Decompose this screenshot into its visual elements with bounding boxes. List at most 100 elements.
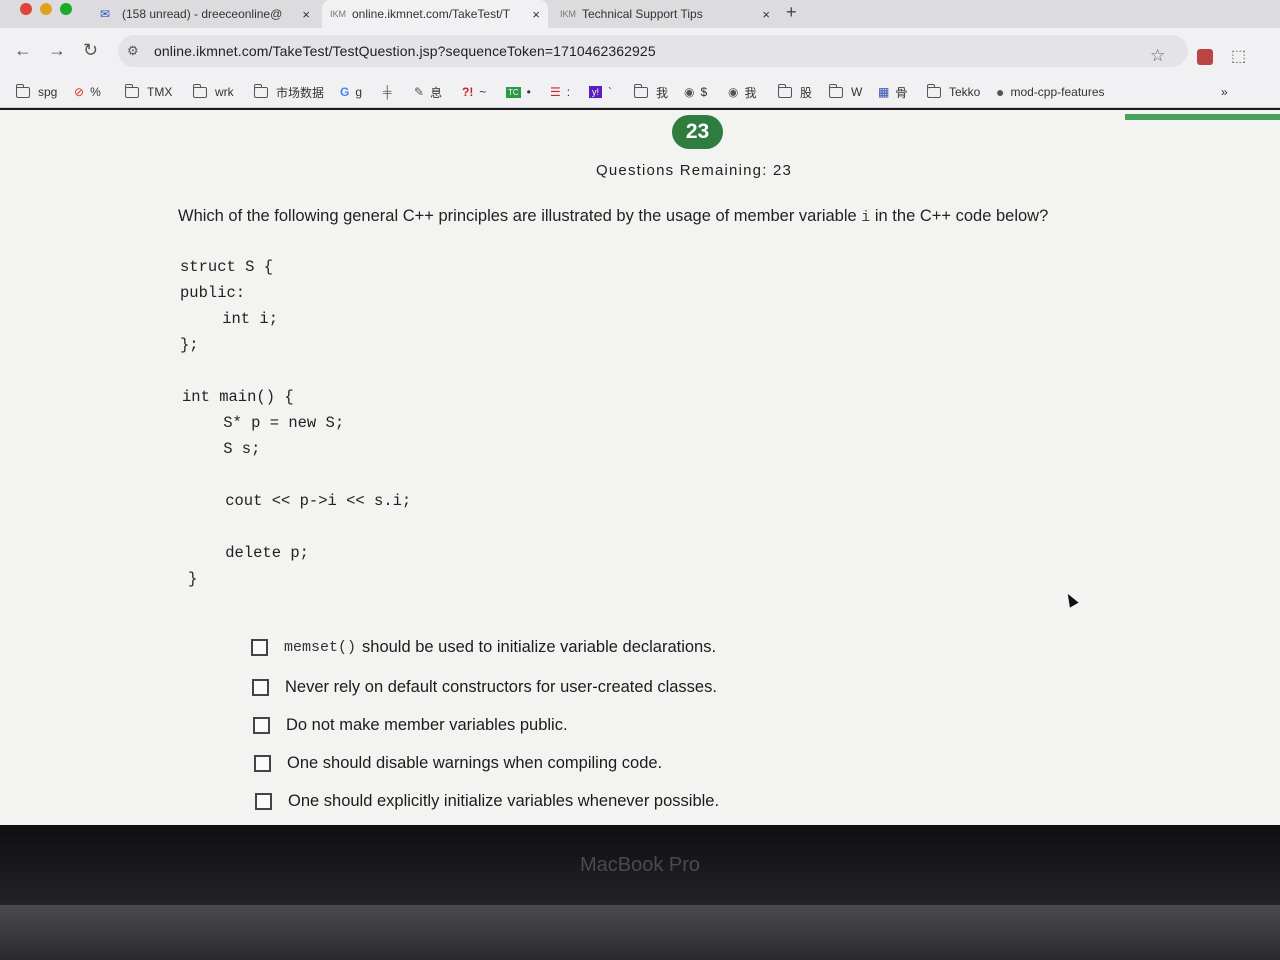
folder-icon bbox=[253, 83, 268, 98]
extensions-puzzle-icon[interactable]: ⬚ bbox=[1231, 46, 1246, 66]
option-label: One should disable warnings when compili… bbox=[287, 753, 663, 772]
mail-icon: ✉ bbox=[100, 7, 111, 21]
device-label: MacBook Pro bbox=[579, 854, 701, 876]
answer-option[interactable]: One should disable warnings when compili… bbox=[254, 752, 662, 774]
ikm-icon: IKM bbox=[560, 9, 577, 19]
ikm-icon: IKM bbox=[330, 9, 347, 19]
tab-technical-support[interactable]: IKM Technical Support Tips × bbox=[552, 0, 778, 28]
answer-option[interactable]: Do not make member variables public. bbox=[253, 714, 568, 736]
globe-icon: ◉ bbox=[684, 85, 695, 99]
option-label: One should explicitly initialize variabl… bbox=[288, 791, 720, 810]
folder-icon bbox=[15, 83, 30, 98]
bookmark-item[interactable]: ✎ 息 bbox=[414, 84, 442, 100]
bookmark-item[interactable]: Tekko bbox=[926, 83, 980, 100]
bookmark-item[interactable]: TMX bbox=[124, 83, 172, 100]
keyboard-edge bbox=[0, 905, 1280, 960]
code-line: int i; bbox=[185, 310, 279, 328]
bookmark-item[interactable]: ◉ $ bbox=[684, 84, 707, 100]
zoom-window-button[interactable] bbox=[60, 3, 72, 15]
forward-button[interactable]: → bbox=[48, 40, 66, 61]
bookmark-item[interactable]: 股 bbox=[777, 83, 812, 100]
question-number-badge: 23 bbox=[672, 115, 723, 149]
interrobang-icon: ?! bbox=[462, 85, 474, 99]
extension-icon[interactable] bbox=[1197, 49, 1213, 65]
tab-label: Technical Support Tips bbox=[582, 7, 703, 21]
folder-icon bbox=[828, 83, 843, 98]
bookmark-item[interactable]: ╪ bbox=[383, 84, 398, 100]
url-text[interactable]: online.ikmnet.com/TakeTest/TestQuestion.… bbox=[154, 43, 656, 59]
close-icon[interactable]: × bbox=[302, 7, 310, 22]
folder-icon bbox=[777, 83, 792, 98]
progress-strip bbox=[1125, 114, 1280, 120]
block-icon: ⊘ bbox=[74, 85, 85, 99]
bookmark-item[interactable]: 我 bbox=[633, 83, 668, 100]
reload-button[interactable]: ↻ bbox=[83, 40, 98, 61]
close-icon[interactable]: × bbox=[532, 7, 540, 22]
option-checkbox[interactable] bbox=[252, 678, 269, 696]
bookmark-item[interactable]: ● mod-cpp-features bbox=[996, 84, 1105, 100]
bookmark-item[interactable]: Gg bbox=[340, 84, 362, 100]
question-text-before: Which of the following general C++ princ… bbox=[178, 207, 862, 225]
option-label: should be used to initialize variable de… bbox=[362, 637, 717, 656]
stroke-icon: ╪ bbox=[383, 85, 392, 99]
question-code-ref: i bbox=[861, 209, 871, 226]
back-button[interactable]: ← bbox=[14, 40, 32, 61]
option-checkbox[interactable] bbox=[254, 754, 271, 772]
bookmark-star-icon[interactable]: ☆ bbox=[1150, 46, 1165, 66]
option-checkbox[interactable] bbox=[251, 638, 268, 656]
option-checkbox[interactable] bbox=[253, 716, 270, 734]
tab-ikm-test[interactable]: IKM online.ikmnet.com/TakeTest/T × bbox=[322, 0, 548, 28]
option-label: Do not make member variables public. bbox=[286, 715, 568, 734]
folder-icon bbox=[124, 83, 139, 98]
code-line: public: bbox=[180, 284, 246, 302]
new-tab-button[interactable]: + bbox=[786, 2, 797, 23]
questions-remaining: Questions Remaining: 23 bbox=[596, 162, 793, 179]
question-text-after: in the C++ code below? bbox=[870, 207, 1049, 225]
tc-icon: TC bbox=[506, 86, 521, 98]
answer-option[interactable]: Never rely on default constructors for u… bbox=[252, 676, 717, 698]
answer-option[interactable]: One should explicitly initialize variabl… bbox=[255, 790, 719, 812]
question-text: Which of the following general C++ princ… bbox=[178, 207, 1048, 226]
bookmark-item[interactable]: W bbox=[828, 83, 862, 100]
bookmark-item[interactable]: wrk bbox=[192, 83, 234, 100]
code-line: int main() { bbox=[182, 388, 294, 406]
code-line: S s; bbox=[186, 440, 261, 458]
bookmark-item[interactable]: ☰: bbox=[550, 84, 570, 100]
code-line: S* p = new S; bbox=[186, 414, 345, 432]
option-code: memset() bbox=[284, 638, 357, 656]
screen: ✉ (158 unread) - dreeceonline@ × IKM onl… bbox=[0, 0, 1280, 960]
bookmark-item[interactable]: ▦ 骨 bbox=[878, 84, 907, 100]
bookmarks-overflow-button[interactable]: » bbox=[1221, 84, 1228, 100]
minimize-window-button[interactable] bbox=[40, 3, 52, 15]
bookmark-item[interactable]: ?! ~ bbox=[462, 84, 486, 100]
folder-icon bbox=[192, 83, 207, 98]
code-line: }; bbox=[180, 336, 199, 354]
option-label: Never rely on default constructors for u… bbox=[285, 677, 717, 696]
google-icon: G bbox=[340, 85, 350, 99]
github-icon: ● bbox=[996, 84, 1005, 100]
answer-option[interactable]: memset() should be used to initialize va… bbox=[251, 636, 716, 658]
brush-icon: ✎ bbox=[414, 85, 425, 99]
bookmark-item[interactable]: 市场数据 bbox=[253, 83, 324, 100]
bookmark-item[interactable]: y! ` bbox=[589, 84, 612, 100]
grid-icon: ▦ bbox=[878, 85, 890, 99]
tab-label: (158 unread) - dreeceonline@ bbox=[122, 7, 283, 21]
bookmark-item[interactable]: TC • bbox=[506, 84, 531, 100]
bookmark-item[interactable]: ⊘% bbox=[74, 84, 101, 100]
code-line: delete p; bbox=[188, 544, 309, 562]
bookmark-item[interactable]: spg bbox=[15, 83, 57, 100]
site-info-icon[interactable]: ⚙ bbox=[127, 43, 139, 59]
bookmark-item[interactable]: ◉ 我 bbox=[728, 84, 757, 100]
code-line: struct S { bbox=[180, 258, 274, 276]
tab-label: online.ikmnet.com/TakeTest/T bbox=[352, 7, 511, 21]
option-checkbox[interactable] bbox=[255, 792, 272, 810]
folder-icon bbox=[926, 83, 941, 98]
code-line: cout << p->i << s.i; bbox=[188, 492, 412, 510]
close-icon[interactable]: × bbox=[762, 7, 770, 22]
folder-icon bbox=[633, 83, 648, 98]
tab-gmail[interactable]: ✉ (158 unread) - dreeceonline@ × bbox=[92, 0, 318, 28]
yahoo-icon: y! bbox=[589, 86, 603, 98]
bars-icon: ☰ bbox=[550, 85, 561, 99]
close-window-button[interactable] bbox=[20, 3, 32, 15]
code-line: } bbox=[188, 570, 198, 588]
